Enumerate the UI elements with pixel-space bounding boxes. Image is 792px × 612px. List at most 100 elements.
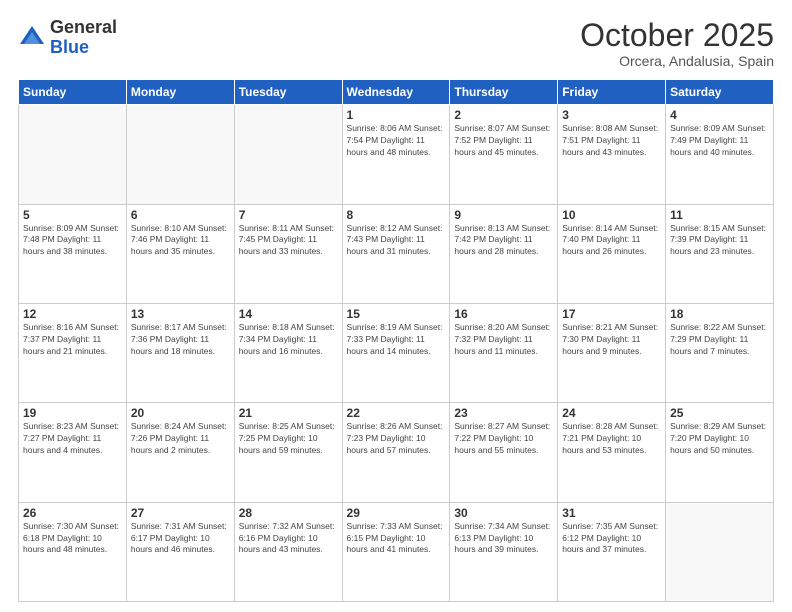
day-number: 24 <box>562 406 661 420</box>
day-info: Sunrise: 8:09 AM Sunset: 7:48 PM Dayligh… <box>23 223 122 259</box>
day-info: Sunrise: 8:07 AM Sunset: 7:52 PM Dayligh… <box>454 123 553 159</box>
day-info: Sunrise: 7:33 AM Sunset: 6:15 PM Dayligh… <box>347 521 446 557</box>
day-number: 14 <box>239 307 338 321</box>
calendar-cell: 22Sunrise: 8:26 AM Sunset: 7:23 PM Dayli… <box>342 403 450 502</box>
day-number: 26 <box>23 506 122 520</box>
day-number: 30 <box>454 506 553 520</box>
calendar-cell: 30Sunrise: 7:34 AM Sunset: 6:13 PM Dayli… <box>450 502 558 601</box>
calendar-week-row: 19Sunrise: 8:23 AM Sunset: 7:27 PM Dayli… <box>19 403 774 502</box>
day-info: Sunrise: 7:30 AM Sunset: 6:18 PM Dayligh… <box>23 521 122 557</box>
location: Orcera, Andalusia, Spain <box>580 53 774 69</box>
calendar-cell: 29Sunrise: 7:33 AM Sunset: 6:15 PM Dayli… <box>342 502 450 601</box>
calendar-cell <box>666 502 774 601</box>
calendar-cell: 2Sunrise: 8:07 AM Sunset: 7:52 PM Daylig… <box>450 105 558 204</box>
day-info: Sunrise: 8:25 AM Sunset: 7:25 PM Dayligh… <box>239 421 338 457</box>
day-number: 16 <box>454 307 553 321</box>
calendar-cell: 24Sunrise: 8:28 AM Sunset: 7:21 PM Dayli… <box>558 403 666 502</box>
weekday-header: Wednesday <box>342 80 450 105</box>
calendar-cell: 28Sunrise: 7:32 AM Sunset: 6:16 PM Dayli… <box>234 502 342 601</box>
weekday-header: Monday <box>126 80 234 105</box>
calendar-cell: 11Sunrise: 8:15 AM Sunset: 7:39 PM Dayli… <box>666 204 774 303</box>
day-number: 11 <box>670 208 769 222</box>
day-number: 22 <box>347 406 446 420</box>
logo: General Blue <box>18 18 117 58</box>
day-info: Sunrise: 8:24 AM Sunset: 7:26 PM Dayligh… <box>131 421 230 457</box>
day-number: 20 <box>131 406 230 420</box>
calendar-cell: 31Sunrise: 7:35 AM Sunset: 6:12 PM Dayli… <box>558 502 666 601</box>
calendar-cell: 4Sunrise: 8:09 AM Sunset: 7:49 PM Daylig… <box>666 105 774 204</box>
day-number: 5 <box>23 208 122 222</box>
day-info: Sunrise: 8:10 AM Sunset: 7:46 PM Dayligh… <box>131 223 230 259</box>
calendar-cell: 17Sunrise: 8:21 AM Sunset: 7:30 PM Dayli… <box>558 303 666 402</box>
day-info: Sunrise: 8:16 AM Sunset: 7:37 PM Dayligh… <box>23 322 122 358</box>
calendar-cell: 27Sunrise: 7:31 AM Sunset: 6:17 PM Dayli… <box>126 502 234 601</box>
day-info: Sunrise: 8:12 AM Sunset: 7:43 PM Dayligh… <box>347 223 446 259</box>
calendar-cell: 26Sunrise: 7:30 AM Sunset: 6:18 PM Dayli… <box>19 502 127 601</box>
calendar-cell: 5Sunrise: 8:09 AM Sunset: 7:48 PM Daylig… <box>19 204 127 303</box>
calendar-cell: 3Sunrise: 8:08 AM Sunset: 7:51 PM Daylig… <box>558 105 666 204</box>
weekday-header-row: SundayMondayTuesdayWednesdayThursdayFrid… <box>19 80 774 105</box>
day-number: 27 <box>131 506 230 520</box>
calendar-cell: 7Sunrise: 8:11 AM Sunset: 7:45 PM Daylig… <box>234 204 342 303</box>
calendar-cell: 9Sunrise: 8:13 AM Sunset: 7:42 PM Daylig… <box>450 204 558 303</box>
day-info: Sunrise: 7:34 AM Sunset: 6:13 PM Dayligh… <box>454 521 553 557</box>
calendar-week-row: 1Sunrise: 8:06 AM Sunset: 7:54 PM Daylig… <box>19 105 774 204</box>
calendar-cell <box>126 105 234 204</box>
day-info: Sunrise: 8:28 AM Sunset: 7:21 PM Dayligh… <box>562 421 661 457</box>
calendar-cell <box>19 105 127 204</box>
calendar-cell: 14Sunrise: 8:18 AM Sunset: 7:34 PM Dayli… <box>234 303 342 402</box>
day-info: Sunrise: 8:18 AM Sunset: 7:34 PM Dayligh… <box>239 322 338 358</box>
day-info: Sunrise: 8:17 AM Sunset: 7:36 PM Dayligh… <box>131 322 230 358</box>
weekday-header: Thursday <box>450 80 558 105</box>
day-info: Sunrise: 8:20 AM Sunset: 7:32 PM Dayligh… <box>454 322 553 358</box>
day-info: Sunrise: 8:14 AM Sunset: 7:40 PM Dayligh… <box>562 223 661 259</box>
day-number: 13 <box>131 307 230 321</box>
weekday-header: Tuesday <box>234 80 342 105</box>
day-info: Sunrise: 8:06 AM Sunset: 7:54 PM Dayligh… <box>347 123 446 159</box>
day-number: 29 <box>347 506 446 520</box>
calendar-table: SundayMondayTuesdayWednesdayThursdayFrid… <box>18 79 774 602</box>
day-info: Sunrise: 8:22 AM Sunset: 7:29 PM Dayligh… <box>670 322 769 358</box>
weekday-header: Saturday <box>666 80 774 105</box>
logo-blue: Blue <box>50 38 117 58</box>
calendar-cell: 20Sunrise: 8:24 AM Sunset: 7:26 PM Dayli… <box>126 403 234 502</box>
day-number: 1 <box>347 108 446 122</box>
day-number: 21 <box>239 406 338 420</box>
day-info: Sunrise: 8:15 AM Sunset: 7:39 PM Dayligh… <box>670 223 769 259</box>
logo-general: General <box>50 18 117 38</box>
calendar-cell: 13Sunrise: 8:17 AM Sunset: 7:36 PM Dayli… <box>126 303 234 402</box>
day-number: 9 <box>454 208 553 222</box>
day-info: Sunrise: 8:11 AM Sunset: 7:45 PM Dayligh… <box>239 223 338 259</box>
calendar-cell: 21Sunrise: 8:25 AM Sunset: 7:25 PM Dayli… <box>234 403 342 502</box>
day-number: 6 <box>131 208 230 222</box>
day-number: 3 <box>562 108 661 122</box>
month-title: October 2025 <box>580 18 774 53</box>
day-info: Sunrise: 8:19 AM Sunset: 7:33 PM Dayligh… <box>347 322 446 358</box>
logo-icon <box>18 24 46 52</box>
title-block: October 2025 Orcera, Andalusia, Spain <box>580 18 774 69</box>
day-info: Sunrise: 8:29 AM Sunset: 7:20 PM Dayligh… <box>670 421 769 457</box>
day-number: 4 <box>670 108 769 122</box>
calendar-cell: 19Sunrise: 8:23 AM Sunset: 7:27 PM Dayli… <box>19 403 127 502</box>
day-number: 8 <box>347 208 446 222</box>
day-number: 31 <box>562 506 661 520</box>
day-info: Sunrise: 7:31 AM Sunset: 6:17 PM Dayligh… <box>131 521 230 557</box>
day-number: 10 <box>562 208 661 222</box>
day-info: Sunrise: 7:32 AM Sunset: 6:16 PM Dayligh… <box>239 521 338 557</box>
day-info: Sunrise: 8:13 AM Sunset: 7:42 PM Dayligh… <box>454 223 553 259</box>
calendar-cell: 8Sunrise: 8:12 AM Sunset: 7:43 PM Daylig… <box>342 204 450 303</box>
calendar-cell: 18Sunrise: 8:22 AM Sunset: 7:29 PM Dayli… <box>666 303 774 402</box>
calendar-cell: 25Sunrise: 8:29 AM Sunset: 7:20 PM Dayli… <box>666 403 774 502</box>
calendar-week-row: 5Sunrise: 8:09 AM Sunset: 7:48 PM Daylig… <box>19 204 774 303</box>
day-number: 17 <box>562 307 661 321</box>
day-number: 25 <box>670 406 769 420</box>
day-info: Sunrise: 7:35 AM Sunset: 6:12 PM Dayligh… <box>562 521 661 557</box>
calendar-cell: 6Sunrise: 8:10 AM Sunset: 7:46 PM Daylig… <box>126 204 234 303</box>
weekday-header: Sunday <box>19 80 127 105</box>
calendar-week-row: 12Sunrise: 8:16 AM Sunset: 7:37 PM Dayli… <box>19 303 774 402</box>
weekday-header: Friday <box>558 80 666 105</box>
calendar-cell: 1Sunrise: 8:06 AM Sunset: 7:54 PM Daylig… <box>342 105 450 204</box>
day-info: Sunrise: 8:23 AM Sunset: 7:27 PM Dayligh… <box>23 421 122 457</box>
day-info: Sunrise: 8:27 AM Sunset: 7:22 PM Dayligh… <box>454 421 553 457</box>
page: General Blue October 2025 Orcera, Andalu… <box>0 0 792 612</box>
